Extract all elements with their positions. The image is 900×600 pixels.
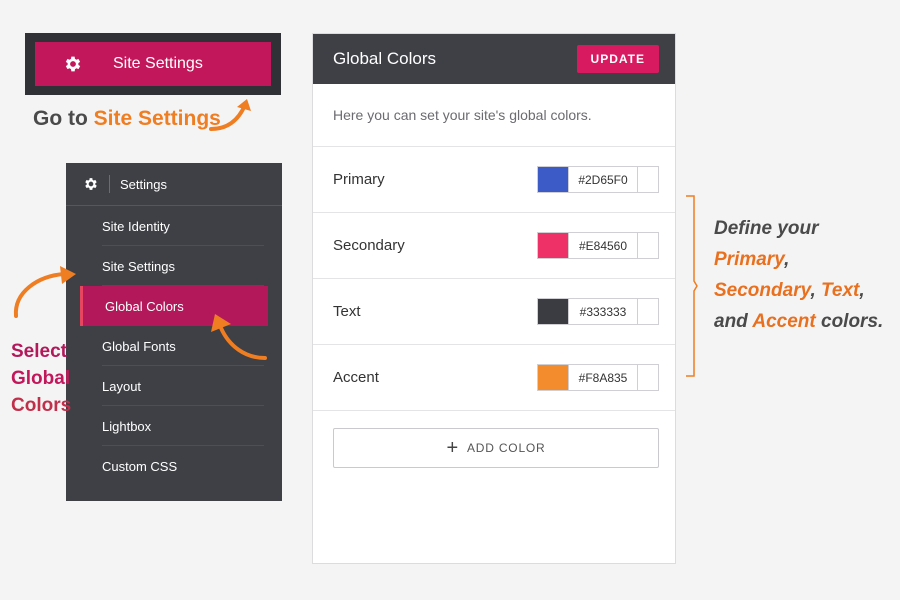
define-line1: Define your: [714, 218, 819, 239]
color-row-secondary: Secondary #E84560: [313, 213, 675, 279]
clear-button[interactable]: [638, 299, 658, 324]
goto-highlight: Site Settings: [93, 107, 221, 130]
header-divider: [109, 175, 110, 193]
define-and: and: [714, 311, 753, 332]
color-swatch[interactable]: [538, 299, 568, 324]
add-color-label: ADD COLOR: [466, 441, 546, 455]
add-color-button[interactable]: + ADD COLOR: [333, 428, 659, 468]
color-picker[interactable]: #333333: [537, 298, 659, 325]
sidebar-item-custom-css[interactable]: Custom CSS: [66, 446, 282, 486]
site-settings-button[interactable]: Site Settings: [35, 42, 271, 86]
curved-arrow-icon: [209, 99, 251, 131]
sidebar-item-site-settings[interactable]: Site Settings: [66, 246, 282, 286]
plus-icon: +: [446, 437, 459, 459]
color-row-text: Text #333333: [313, 279, 675, 345]
select-caption: Select Global Colors: [11, 338, 71, 419]
clear-button[interactable]: [638, 365, 658, 390]
color-label: Text: [333, 303, 361, 320]
site-settings-label: Site Settings: [113, 55, 203, 72]
gear-icon: [65, 56, 81, 72]
bracket-icon: [686, 195, 698, 377]
sidebar-item-label: Lightbox: [102, 418, 152, 434]
define-caption: Define your Primary, Secondary, Text, an…: [714, 213, 883, 337]
curved-arrow-icon: [13, 266, 76, 318]
select-caption-line1: Select: [11, 341, 67, 362]
color-label: Secondary: [333, 237, 405, 254]
define-comma2: ,: [810, 280, 822, 301]
sidebar-item-lightbox[interactable]: Lightbox: [66, 406, 282, 446]
panel-title: Global Colors: [333, 49, 436, 68]
color-picker[interactable]: #E84560: [537, 232, 659, 259]
sidebar-item-label: Global Colors: [105, 298, 184, 314]
global-colors-panel: Global Colors UPDATE Here you can set yo…: [312, 33, 676, 564]
clear-button[interactable]: [638, 233, 658, 258]
color-swatch[interactable]: [538, 167, 568, 192]
color-swatch[interactable]: [538, 365, 568, 390]
goto-prefix: Go to: [33, 107, 94, 130]
sidebar-item-label: Custom CSS: [102, 458, 178, 474]
define-primary: Primary: [714, 249, 785, 270]
color-swatch[interactable]: [538, 233, 568, 258]
sidebar-item-site-identity[interactable]: Site Identity: [66, 206, 282, 246]
define-line2: Primary,: [714, 244, 883, 275]
sidebar-item-layout[interactable]: Layout: [66, 366, 282, 406]
gear-icon: [85, 178, 97, 190]
define-line3: Secondary, Text,: [714, 275, 883, 306]
panel-intro: Here you can set your site's global colo…: [313, 84, 675, 147]
goto-caption: Go to Site Settings: [33, 107, 221, 131]
define-accent: Accent: [752, 311, 816, 332]
sidebar-item-label: Global Fonts: [102, 338, 176, 354]
panel-header: Global Colors UPDATE: [313, 34, 675, 84]
sidebar-item-label: Site Identity: [102, 218, 170, 234]
define-comma3: ,: [859, 280, 865, 301]
select-caption-line2: Global: [11, 368, 71, 389]
update-button[interactable]: UPDATE: [576, 45, 659, 73]
define-colors: colors.: [815, 311, 884, 332]
define-secondary: Secondary: [714, 280, 811, 301]
curved-arrow-icon: [211, 314, 267, 360]
hex-value[interactable]: #333333: [568, 299, 638, 324]
hex-value[interactable]: #2D65F0: [568, 167, 638, 192]
site-settings-card: Site Settings: [25, 33, 281, 95]
color-label: Accent: [333, 369, 379, 386]
sidebar-item-label: Layout: [102, 378, 142, 394]
settings-header: Settings: [66, 163, 282, 206]
clear-button[interactable]: [638, 167, 658, 192]
hex-value[interactable]: #F8A835: [568, 365, 638, 390]
color-row-primary: Primary #2D65F0: [313, 147, 675, 213]
color-row-accent: Accent #F8A835: [313, 345, 675, 411]
sidebar-item-label: Site Settings: [102, 258, 175, 274]
define-text: Text: [821, 280, 860, 301]
define-line4: and Accent colors.: [714, 306, 883, 337]
color-picker[interactable]: #2D65F0: [537, 166, 659, 193]
color-label: Primary: [333, 171, 385, 188]
select-caption-line3: Colors: [11, 395, 72, 416]
define-comma1: ,: [784, 249, 790, 270]
hex-value[interactable]: #E84560: [568, 233, 638, 258]
settings-header-label: Settings: [120, 176, 167, 192]
color-picker[interactable]: #F8A835: [537, 364, 659, 391]
